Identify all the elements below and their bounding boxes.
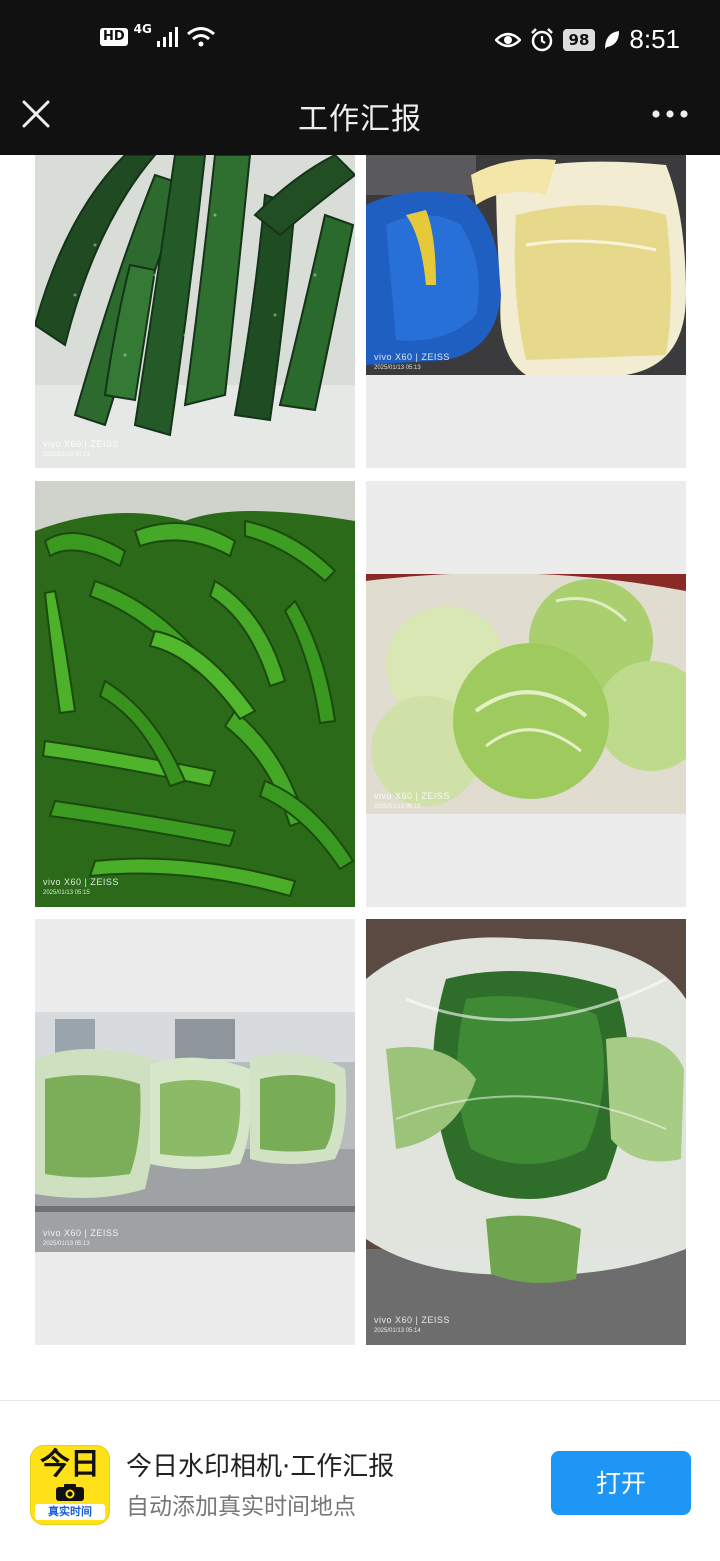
- photo-corn-bags[interactable]: vivo X60 | ZEISS 2025/01/13 05:13: [366, 155, 686, 468]
- photo-leafy-greens[interactable]: vivo X60 | ZEISS 2025/01/13 05:14: [366, 919, 686, 1345]
- photo-cucumbers[interactable]: vivo X60 | ZEISS 2025/01/13 05:13: [35, 155, 355, 468]
- watermark-brand: vivo X60 | ZEISS: [374, 352, 450, 362]
- status-left: HD 4G: [100, 22, 216, 48]
- photo-watermark: vivo X60 | ZEISS 2025/01/13 05:15: [374, 791, 450, 813]
- photo-green-peppers[interactable]: vivo X60 | ZEISS 2025/01/13 05:15: [35, 481, 355, 907]
- camera-icon: [56, 1484, 84, 1501]
- page-title: 工作汇报: [298, 102, 422, 137]
- clock: 8:51: [629, 24, 680, 54]
- photo-bagged-greens[interactable]: vivo X60 | ZEISS 2025/01/13 05:13: [35, 919, 355, 1345]
- watermark-date: 2025/01/13 05:13: [43, 1241, 90, 1247]
- battery-indicator: 98: [562, 28, 596, 51]
- more-options-button[interactable]: [650, 106, 690, 120]
- app-description: 自动添加真实时间地点: [126, 1494, 356, 1520]
- photo-watermark: vivo X60 | ZEISS 2025/01/13 05:13: [374, 352, 450, 374]
- photo-watermark: vivo X60 | ZEISS 2025/01/13 05:13: [43, 1228, 119, 1250]
- network-label: 4G: [133, 22, 152, 36]
- photo-watermark: vivo X60 | ZEISS 2025/01/13 05:13: [43, 439, 119, 461]
- photo-grid: vivo X60 | ZEISS 2025/01/13 05:13 vivo X…: [0, 155, 720, 1345]
- app-icon-title: 今日: [40, 1447, 100, 1482]
- eye-icon: [494, 32, 521, 47]
- watermark-brand: vivo X60 | ZEISS: [43, 1228, 119, 1238]
- more-dots-icon: [652, 110, 688, 118]
- app-name: 今日水印相机·工作汇报: [126, 1452, 395, 1482]
- status-bar: HD 4G 98 8:51: [0, 0, 720, 84]
- wifi-icon: [186, 27, 215, 47]
- leaf-icon: [605, 30, 620, 49]
- watermark-date: 2025/01/13 05:14: [374, 1328, 421, 1334]
- watermark-date: 2025/01/13 05:15: [374, 804, 421, 810]
- photo-cabbages[interactable]: vivo X60 | ZEISS 2025/01/13 05:15: [366, 481, 686, 907]
- alarm-icon: [530, 27, 553, 51]
- watermark-brand: vivo X60 | ZEISS: [374, 791, 450, 801]
- app-promo-banner: 今日 真实时间 今日水印相机·工作汇报 自动添加真实时间地点 打开: [0, 1400, 720, 1561]
- watermark-brand: vivo X60 | ZEISS: [43, 877, 119, 887]
- status-right: 98 8:51: [494, 24, 680, 55]
- app-icon-strip: 真实时间: [35, 1504, 105, 1520]
- watermark-date: 2025/01/13 05:13: [43, 452, 90, 458]
- app-icon[interactable]: 今日 真实时间: [30, 1445, 110, 1525]
- watermark-brand: vivo X60 | ZEISS: [43, 439, 119, 449]
- photo-watermark: vivo X60 | ZEISS 2025/01/13 05:15: [43, 877, 119, 899]
- watermark-date: 2025/01/13 05:15: [43, 890, 90, 896]
- watermark-date: 2025/01/13 05:13: [374, 365, 421, 371]
- signal-icon: [156, 27, 178, 47]
- watermark-brand: vivo X60 | ZEISS: [374, 1315, 450, 1325]
- photo-watermark: vivo X60 | ZEISS 2025/01/13 05:14: [374, 1315, 450, 1337]
- hd-badge: HD: [100, 28, 128, 46]
- title-bar: 工作汇报: [0, 84, 720, 155]
- open-app-button[interactable]: 打开: [551, 1451, 691, 1515]
